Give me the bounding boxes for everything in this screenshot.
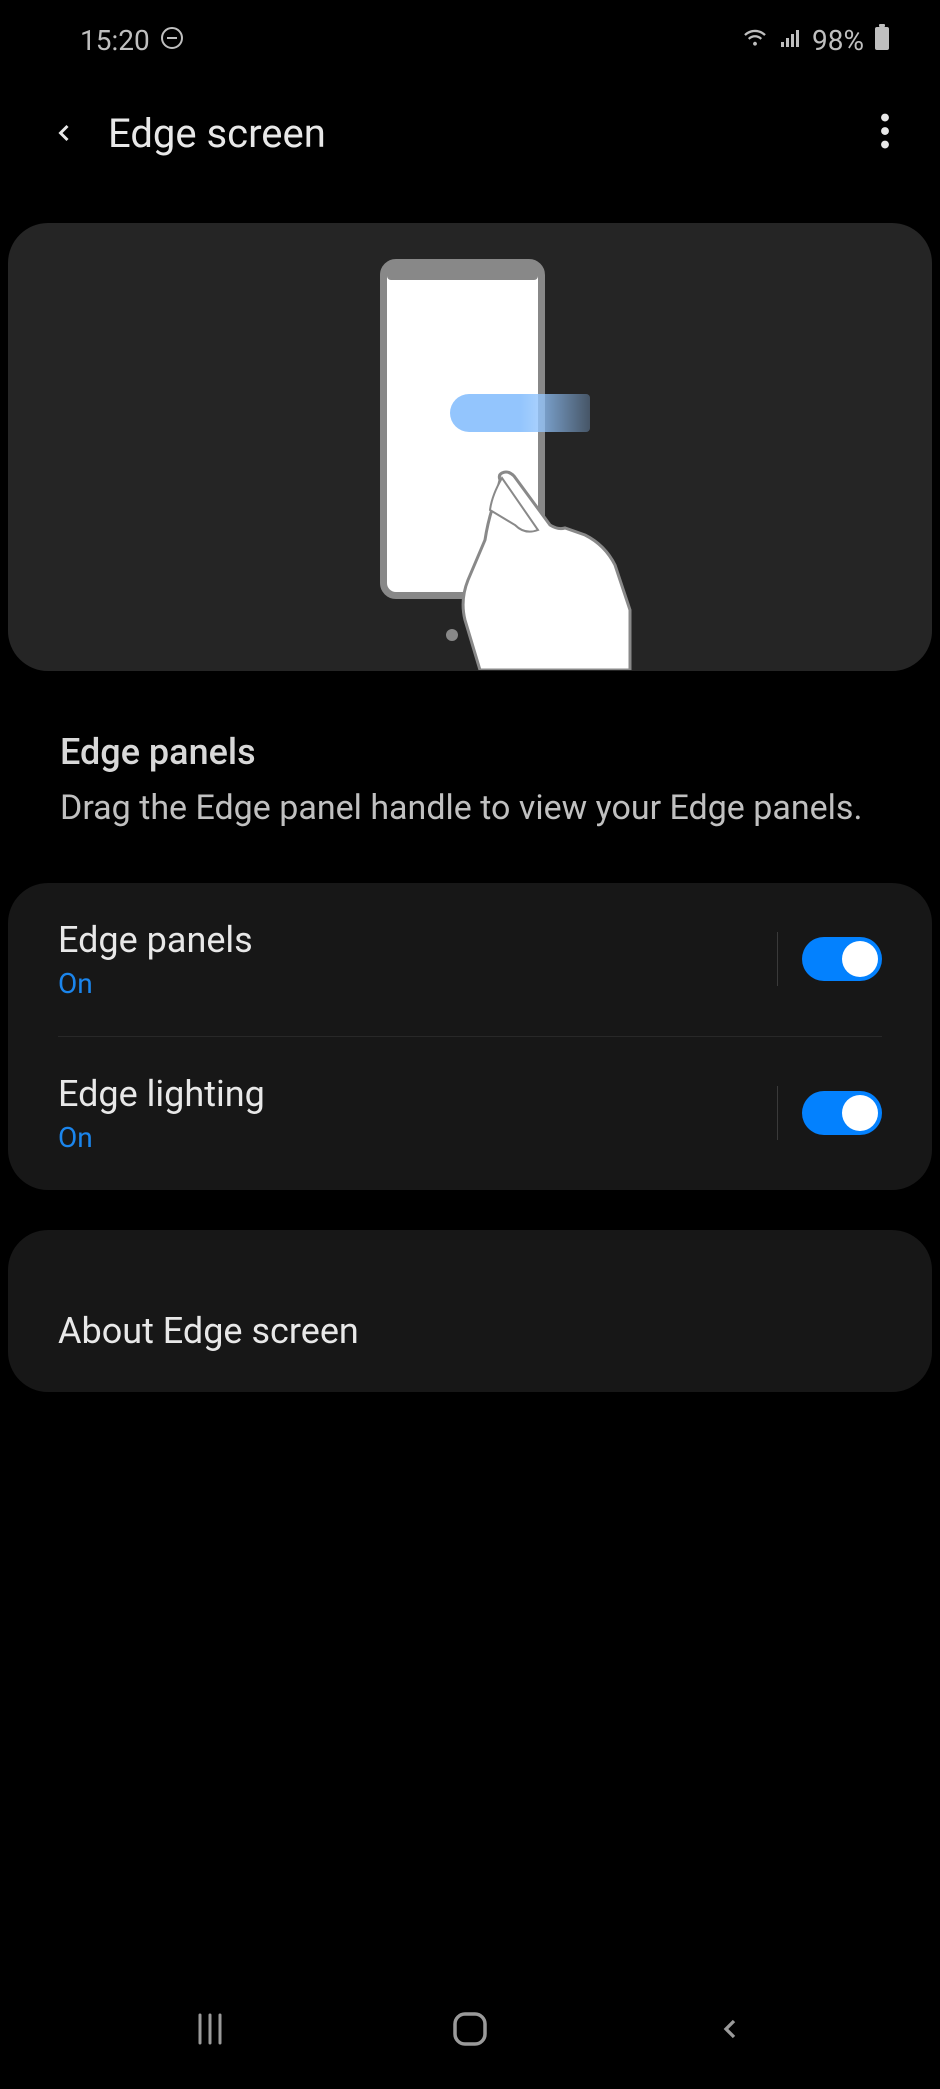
divider [777, 932, 778, 986]
setting-status: On [58, 967, 777, 1000]
header: Edge screen [0, 73, 940, 193]
edge-panel-illustration [380, 259, 560, 609]
navigation-bar [0, 1969, 940, 2089]
home-button[interactable] [430, 1999, 510, 2059]
setting-text: Edge panels On [58, 919, 777, 1000]
divider [777, 1086, 778, 1140]
back-button[interactable] [50, 119, 78, 147]
battery-percent: 98% [812, 24, 864, 57]
setting-status: On [58, 1121, 777, 1154]
toggle-edge-lighting[interactable] [802, 1091, 882, 1135]
page-title: Edge screen [108, 110, 870, 157]
dnd-icon [160, 24, 184, 57]
status-bar: 15:20 98% [0, 0, 940, 73]
section-title: Edge panels [60, 731, 880, 773]
settings-card: Edge panels On Edge lighting On [8, 883, 932, 1190]
recents-button[interactable] [170, 1999, 250, 2059]
toggle-edge-panels[interactable] [802, 937, 882, 981]
status-time: 15:20 [80, 24, 150, 57]
battery-icon [874, 24, 890, 57]
setting-label: Edge lighting [58, 1073, 777, 1115]
wifi-icon [742, 24, 768, 57]
more-button[interactable] [870, 103, 900, 163]
about-card: About Edge screen [8, 1230, 932, 1392]
illustration-card[interactable] [8, 223, 932, 671]
section-description: Drag the Edge panel handle to view your … [60, 785, 880, 833]
section-header: Edge panels Drag the Edge panel handle t… [0, 671, 940, 883]
status-right: 98% [742, 24, 890, 57]
about-edge-screen[interactable]: About Edge screen [8, 1270, 932, 1392]
setting-edge-panels[interactable]: Edge panels On [8, 883, 932, 1036]
nav-back-button[interactable] [690, 1999, 770, 2059]
setting-edge-lighting[interactable]: Edge lighting On [8, 1037, 932, 1190]
setting-text: Edge lighting On [58, 1073, 777, 1154]
signal-icon [778, 24, 802, 57]
status-left: 15:20 [80, 24, 184, 57]
setting-label: Edge panels [58, 919, 777, 961]
